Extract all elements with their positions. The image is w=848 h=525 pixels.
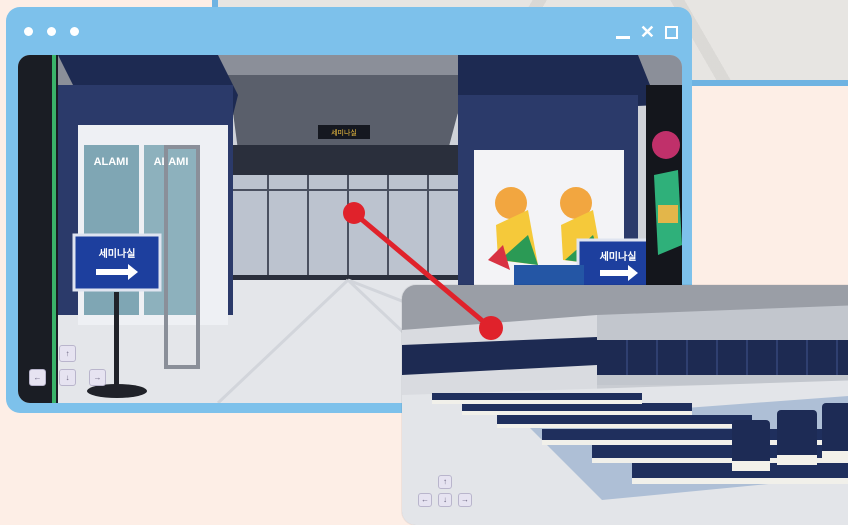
minimize-icon[interactable] [615,35,630,39]
right-sign-text: 세미나실 [600,250,637,263]
seminar-key-left-button[interactable]: ← [418,493,432,507]
movement-keypad: ↑ ← ↓ → [29,345,109,400]
seminar-movement-keypad: ↑ ← ↓ → [418,475,478,520]
key-up-button[interactable]: ↑ [59,345,76,362]
key-left-button[interactable]: ← [29,369,46,386]
maximize-icon[interactable] [665,25,678,39]
window-dot[interactable] [70,27,79,36]
seminar-key-down-button[interactable]: ↓ [438,493,452,507]
close-icon[interactable]: ✕ [640,23,655,41]
title-bar: ✕ [6,7,692,55]
seminar-key-up-button[interactable]: ↑ [438,475,452,489]
window-dot[interactable] [47,27,56,36]
key-right-button[interactable]: → [89,369,106,386]
door-sign-text: 세미나실 [331,128,357,137]
seminar-key-right-button[interactable]: → [458,493,472,507]
left-sign-text: 세미나실 [99,247,136,260]
seminar-room-viewport[interactable]: ↑ ← ↓ → [402,285,848,525]
window-dots [24,27,79,36]
key-down-button[interactable]: ↓ [59,369,76,386]
window-controls: ✕ [615,23,678,41]
window-dot[interactable] [24,27,33,36]
poster-label-left-2: ALAMI [154,156,189,168]
poster-label-left-1: ALAMI [94,156,129,168]
